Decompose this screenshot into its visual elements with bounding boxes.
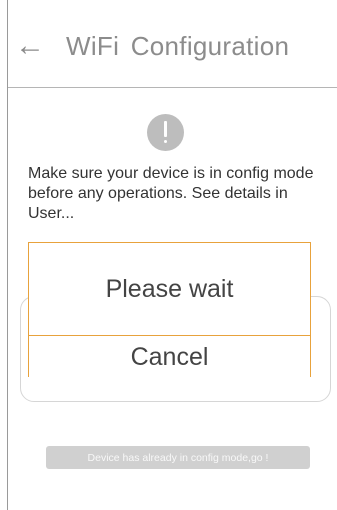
config-mode-go-button[interactable]: Device has already in config mode,go ! — [46, 446, 310, 469]
app-header: ← WiFi Configuration — [8, 0, 337, 88]
page-title: WiFi Configuration — [66, 31, 290, 61]
cancel-button[interactable]: Cancel — [29, 337, 310, 377]
exclamation-circle-icon — [147, 114, 184, 151]
back-arrow-icon[interactable]: ← — [8, 24, 52, 68]
dialog-message: Please wait — [29, 243, 310, 336]
config-mode-notice: Make sure your device is in config mode … — [28, 165, 314, 222]
loading-dialog: Please wait Cancel — [28, 242, 311, 377]
